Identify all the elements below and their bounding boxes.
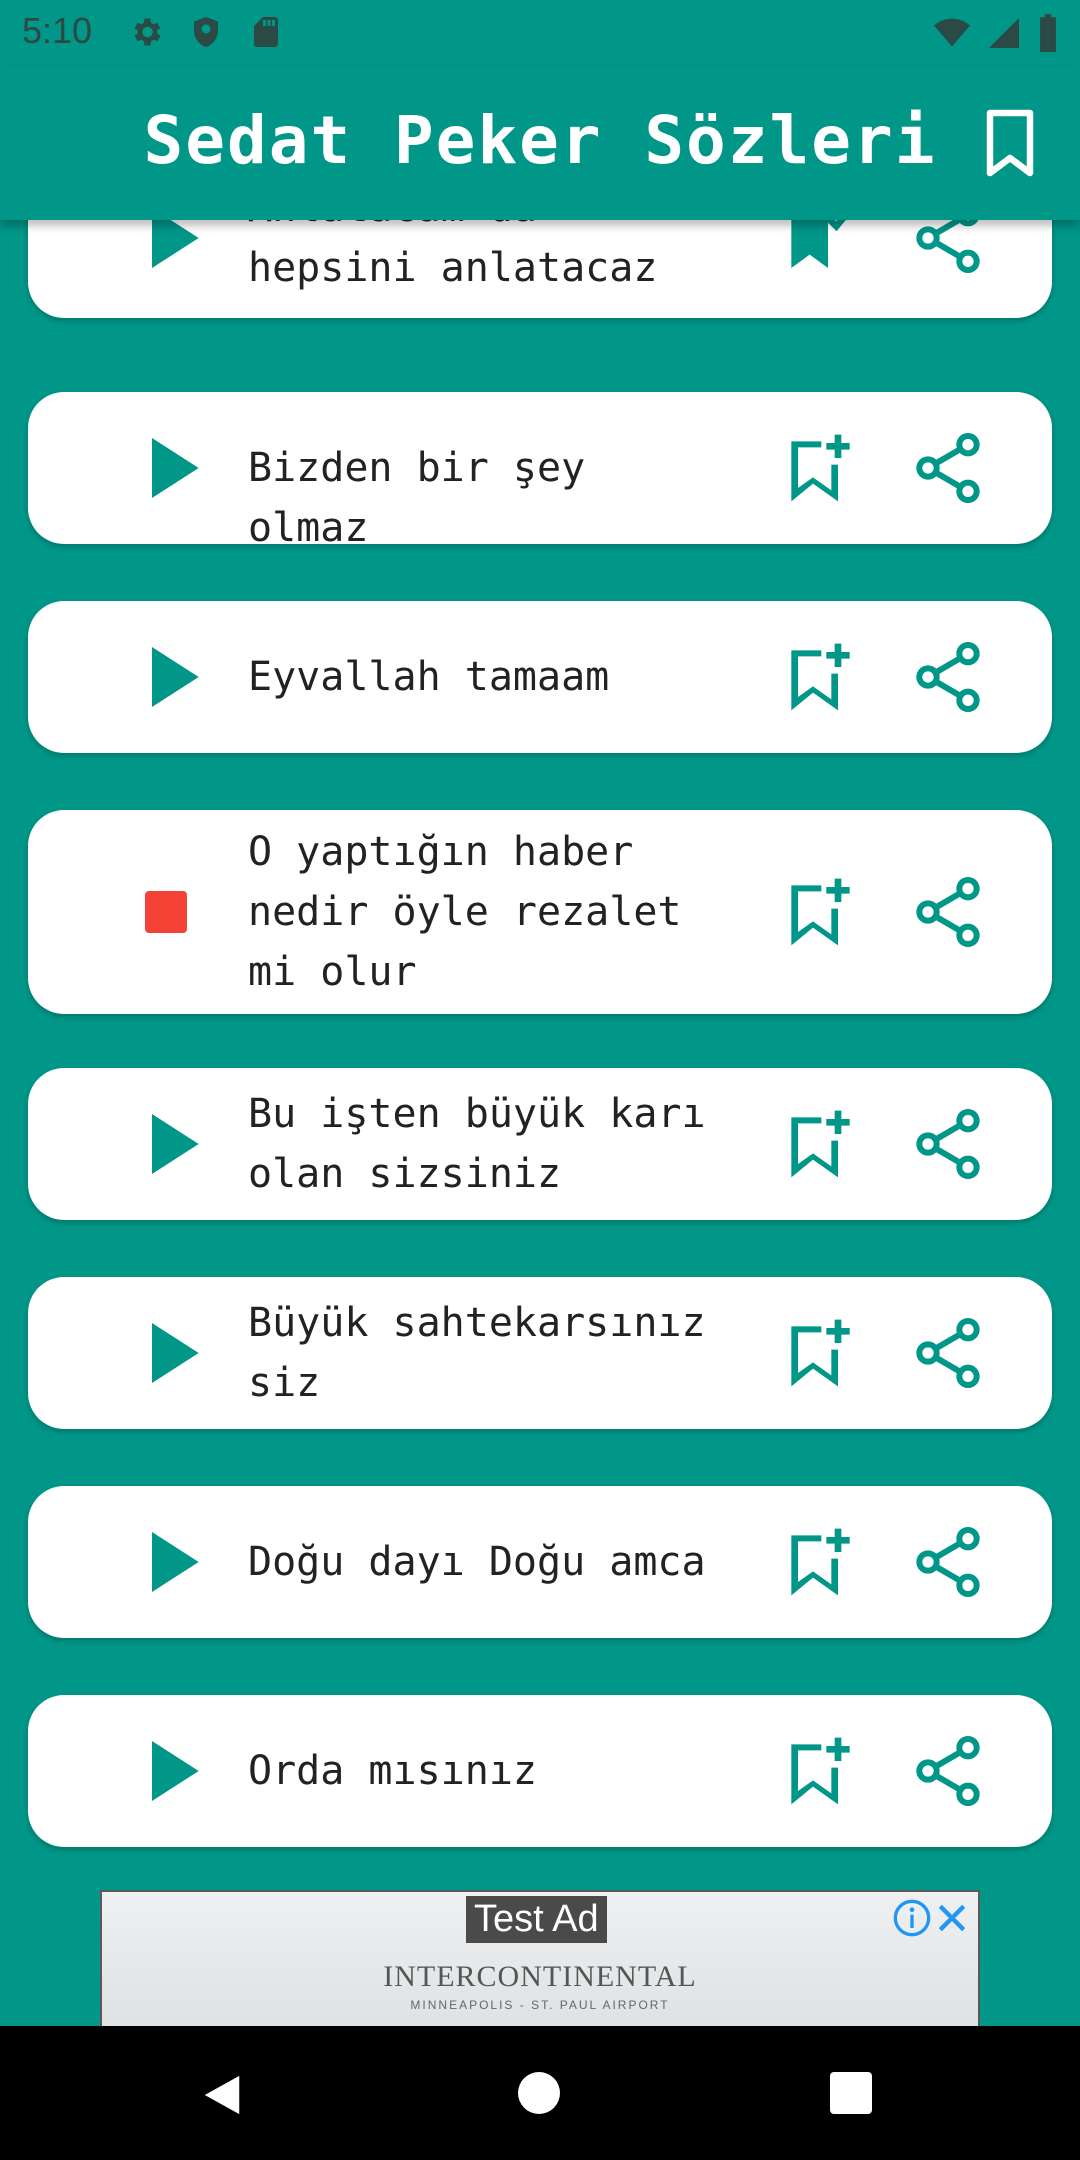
list-item: Orda mısınız [28, 1695, 1052, 1847]
quote-text: Bizden bir şey olmaz [248, 445, 586, 551]
gear-icon [134, 18, 161, 46]
info-icon[interactable] [892, 1898, 932, 1938]
bookmark-add-icon[interactable] [778, 428, 858, 508]
share-icon[interactable] [908, 872, 988, 952]
stop-button[interactable] [145, 891, 187, 933]
back-icon[interactable] [200, 2072, 244, 2118]
quote-text: O yaptığın haber nedir öyle rezalet mi o… [248, 829, 682, 995]
play-button[interactable] [132, 428, 212, 508]
share-icon[interactable] [908, 1313, 988, 1393]
list-item: O yaptığın haber nedir öyle rezalet mi o… [28, 810, 1052, 1014]
share-icon[interactable] [908, 428, 988, 508]
play-button[interactable] [132, 1313, 212, 1393]
home-icon[interactable] [518, 2072, 560, 2114]
share-icon[interactable] [908, 637, 988, 717]
quote-text: Orda mısınız [248, 1748, 537, 1794]
system-nav-bar [0, 2026, 1080, 2160]
ad-label: Test Ad [466, 1896, 607, 1943]
quote-text: Eyvallah tamaam [248, 654, 610, 700]
battery-icon [1040, 14, 1056, 52]
app-bar: Sedat Peker Sözleri [0, 66, 1080, 220]
bookmark-icon[interactable] [980, 108, 1040, 178]
bookmark-add-icon[interactable] [778, 1104, 858, 1184]
app-title: Sedat Peker Sözleri [143, 102, 937, 179]
sd-card-icon [254, 17, 278, 47]
list-item: Büyük sahtekarsınız siz [28, 1277, 1052, 1429]
shield-icon [194, 17, 218, 47]
wifi-icon [934, 18, 970, 47]
quote-text: Doğu dayı Doğu amca [248, 1539, 706, 1585]
play-button[interactable] [132, 1731, 212, 1811]
play-button[interactable] [132, 1104, 212, 1184]
quote-text: Büyük sahtekarsınız siz [248, 1300, 706, 1406]
bookmark-add-icon[interactable] [778, 1313, 858, 1393]
quote-text: Bu işten büyük karı olan sizsiniz [248, 1091, 706, 1197]
ad-banner[interactable]: Test Ad INTERCONTINENTAL MINNEAPOLIS - S… [100, 1890, 980, 2028]
list-item: Bu işten büyük karı olan sizsiniz [28, 1068, 1052, 1220]
list-item: Doğu dayı Doğu amca [28, 1486, 1052, 1638]
ad-subtitle: MINNEAPOLIS - ST. PAUL AIRPORT [410, 1998, 670, 2012]
share-icon[interactable] [908, 1731, 988, 1811]
quote-text: Anlatacam da hepsini anlatacaz [248, 220, 658, 291]
bookmark-add-icon[interactable] [778, 1731, 858, 1811]
quote-list: Anlatacam da hepsini anlatacaz Bizden bir… [0, 220, 1080, 1890]
bookmark-add-icon[interactable] [778, 872, 858, 952]
bookmark-add-icon[interactable] [778, 637, 858, 717]
share-icon[interactable] [908, 1104, 988, 1184]
play-button[interactable] [132, 1522, 212, 1602]
status-time: 5:10 [22, 10, 93, 51]
bookmarked-icon[interactable] [778, 220, 858, 278]
ad-brand: INTERCONTINENTAL [383, 1960, 697, 1993]
play-button[interactable] [132, 637, 212, 717]
share-icon[interactable] [908, 220, 988, 278]
bookmark-add-icon[interactable] [778, 1522, 858, 1602]
recents-icon[interactable] [830, 2072, 872, 2114]
share-icon[interactable] [908, 1522, 988, 1602]
play-button[interactable] [132, 220, 212, 278]
list-item: Anlatacam da hepsini anlatacaz [28, 220, 1052, 318]
signal-icon [989, 18, 1019, 48]
status-bar: 5:10 [0, 0, 1080, 66]
close-icon[interactable] [932, 1898, 972, 1938]
list-item: Eyvallah tamaam [28, 601, 1052, 753]
list-item: Bizden bir şey olmaz [28, 392, 1052, 551]
